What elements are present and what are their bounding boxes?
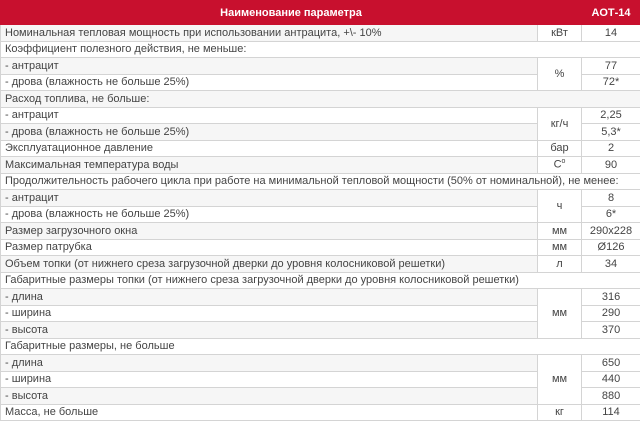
power-unit: кВт bbox=[536, 24, 583, 42]
table-row: Продолжительность рабочего цикла при раб… bbox=[0, 172, 640, 190]
mass-value: 114 bbox=[581, 403, 640, 421]
overall-dims-unit: мм bbox=[536, 354, 583, 405]
temperature-unit-degree: о bbox=[561, 158, 566, 166]
firebox-width-value: 290 bbox=[581, 304, 640, 322]
consumption-unit: кг/ч bbox=[536, 106, 583, 141]
firebox-volume-label: Объем топки (от нижнего среза загрузочно… bbox=[0, 255, 538, 273]
table-row: Коэффициент полезного действия, не меньш… bbox=[0, 40, 640, 58]
overall-height-label: - высота bbox=[0, 387, 538, 405]
duration-wood-value: 6* bbox=[581, 205, 640, 223]
efficiency-unit: % bbox=[536, 57, 583, 91]
overall-height-value: 880 bbox=[581, 387, 640, 405]
consumption-anthracite-value: 2,25 bbox=[581, 106, 640, 124]
pipe-unit: мм bbox=[536, 238, 583, 256]
efficiency-anthracite-label: - антрацит bbox=[0, 57, 538, 75]
temperature-unit: Со bbox=[536, 156, 583, 174]
overall-dims-label: Габаритные размеры, не больше bbox=[0, 337, 640, 355]
overall-length-label: - длина bbox=[0, 354, 538, 372]
firebox-length-value: 316 bbox=[581, 288, 640, 306]
temperature-label: Максимальная температура воды bbox=[0, 156, 538, 174]
mass-label: Масса, не больше bbox=[0, 403, 538, 421]
table-row: Номинальная тепловая мощность при исполь… bbox=[0, 24, 640, 42]
firebox-height-label: - высота bbox=[0, 321, 538, 339]
efficiency-label: Коэффициент полезного действия, не меньш… bbox=[0, 40, 640, 58]
table-row: Размер загрузочного окна мм 290х228 bbox=[0, 222, 640, 240]
firebox-height-value: 370 bbox=[581, 321, 640, 339]
load-window-label: Размер загрузочного окна bbox=[0, 222, 538, 240]
firebox-volume-value: 34 bbox=[581, 255, 640, 273]
pipe-label: Размер патрубка bbox=[0, 238, 538, 256]
consumption-anthracite-label: - антрацит bbox=[0, 106, 538, 124]
table-row: Расход топлива, не больше: bbox=[0, 90, 640, 108]
table-row: Габаритные размеры топки (от нижнего сре… bbox=[0, 271, 640, 289]
duration-wood-label: - дрова (влажность не больше 25%) bbox=[0, 205, 538, 223]
consumption-wood-value: 5,3* bbox=[581, 123, 640, 141]
temperature-unit-letter: С bbox=[553, 159, 562, 172]
pressure-unit: бар bbox=[536, 139, 583, 157]
efficiency-wood-value: 72* bbox=[581, 73, 640, 91]
efficiency-anthracite-value: 77 bbox=[581, 57, 640, 75]
pipe-value: Ø126 bbox=[581, 238, 640, 256]
firebox-width-label: - ширина bbox=[0, 304, 538, 322]
overall-width-label: - ширина bbox=[0, 370, 538, 388]
firebox-dims-label: Габаритные размеры топки (от нижнего сре… bbox=[0, 271, 640, 289]
pressure-value: 2 bbox=[581, 139, 640, 157]
power-label: Номинальная тепловая мощность при исполь… bbox=[0, 24, 538, 42]
overall-length-value: 650 bbox=[581, 354, 640, 372]
header-param: Наименование параметра bbox=[0, 0, 583, 25]
consumption-label: Расход топлива, не больше: bbox=[0, 90, 640, 108]
firebox-dims-unit: мм bbox=[536, 288, 583, 339]
table-row: - антрацит кг/ч 2,25 bbox=[0, 106, 640, 141]
load-window-value: 290х228 bbox=[581, 222, 640, 240]
temperature-value: 90 bbox=[581, 156, 640, 174]
pressure-label: Эксплуатационное давление bbox=[0, 139, 538, 157]
firebox-volume-unit: л bbox=[536, 255, 583, 273]
table-row: - антрацит ч 8 bbox=[0, 189, 640, 223]
overall-width-value: 440 bbox=[581, 370, 640, 388]
table-row: - длина мм 650 bbox=[0, 354, 640, 405]
spec-table: Наименование параметра АОТ-14 Номинальна… bbox=[0, 0, 640, 421]
firebox-length-label: - длина bbox=[0, 288, 538, 306]
table-row: Размер патрубка мм Ø126 bbox=[0, 238, 640, 256]
header-model: АОТ-14 bbox=[581, 0, 640, 25]
power-value: 14 bbox=[581, 24, 640, 42]
duration-label: Продолжительность рабочего цикла при раб… bbox=[0, 172, 640, 190]
table-row: Габаритные размеры, не больше bbox=[0, 337, 640, 355]
duration-anthracite-label: - антрацит bbox=[0, 189, 538, 207]
table-row: - длина мм 316 bbox=[0, 288, 640, 339]
table-row: - антрацит % 77 bbox=[0, 57, 640, 91]
mass-unit: кг bbox=[536, 403, 583, 421]
table-row: Максимальная температура воды Со 90 bbox=[0, 156, 640, 174]
duration-anthracite-value: 8 bbox=[581, 189, 640, 207]
consumption-wood-label: - дрова (влажность не больше 25%) bbox=[0, 123, 538, 141]
table-row: Объем топки (от нижнего среза загрузочно… bbox=[0, 255, 640, 273]
table-row: Масса, не больше кг 114 bbox=[0, 403, 640, 421]
table-row: Эксплуатационное давление бар 2 bbox=[0, 139, 640, 157]
table-header-row: Наименование параметра АОТ-14 bbox=[0, 0, 640, 25]
efficiency-wood-label: - дрова (влажность не больше 25%) bbox=[0, 73, 538, 91]
duration-unit: ч bbox=[536, 189, 583, 223]
load-window-unit: мм bbox=[536, 222, 583, 240]
